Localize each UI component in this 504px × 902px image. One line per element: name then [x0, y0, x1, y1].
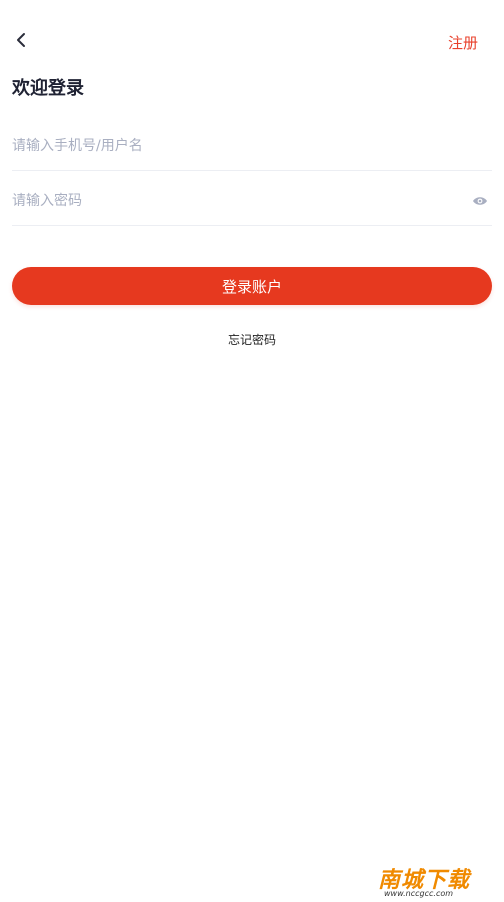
register-link[interactable]: 注册 [448, 32, 478, 53]
page-title: 欢迎登录 [12, 78, 84, 99]
username-input[interactable] [12, 124, 452, 168]
chevron-left-icon [17, 33, 25, 47]
top-bar: 注册 [0, 0, 504, 80]
password-field-row [12, 179, 492, 226]
forgot-password-link[interactable]: 忘记密码 [0, 331, 504, 348]
password-input[interactable] [12, 179, 452, 223]
watermark-url: www.nccgcc.com [384, 889, 454, 898]
back-button[interactable] [10, 28, 34, 52]
login-button[interactable]: 登录账户 [12, 267, 492, 305]
username-field-row [12, 124, 492, 171]
eye-icon[interactable] [472, 195, 488, 207]
watermark-logo: 南城下载 www.nccgcc.com [378, 862, 496, 898]
